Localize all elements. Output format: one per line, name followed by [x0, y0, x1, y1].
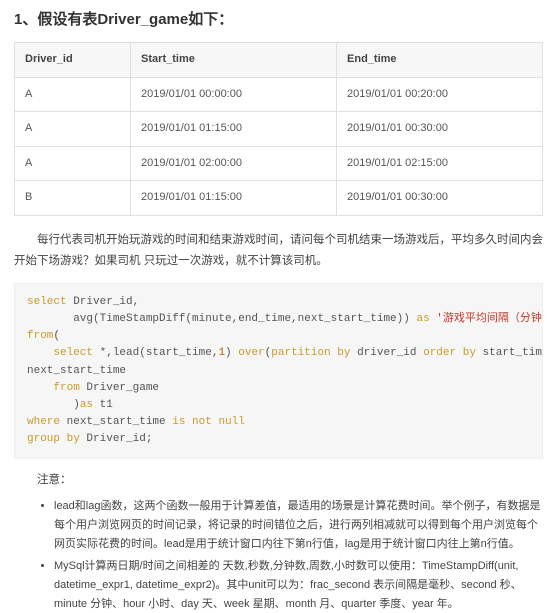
table-cell: 2019/01/01 00:20:00: [337, 77, 543, 112]
table-row: A2019/01/01 02:00:002019/01/01 02:15:00: [15, 146, 543, 181]
code-block: select Driver_id, avg(TimeStampDiff(minu…: [14, 283, 543, 458]
table-row: A2019/01/01 00:00:002019/01/01 00:20:00: [15, 77, 543, 112]
col-header: Driver_id: [15, 43, 131, 78]
table-cell: 2019/01/01 02:00:00: [131, 146, 337, 181]
notes-title: 注意：: [14, 471, 543, 489]
table-row: A2019/01/01 01:15:002019/01/01 00:30:00: [15, 112, 543, 147]
table-cell: B: [15, 181, 131, 216]
col-header: End_time: [337, 43, 543, 78]
heading: 1、假设有表Driver_game如下：: [14, 8, 543, 32]
table-cell: 2019/01/01 00:30:00: [337, 112, 543, 147]
col-header: Start_time: [131, 43, 337, 78]
list-item: MySql计算两日期/时间之间相差的 天数,秒数,分钟数,周数,小时数可以使用：…: [54, 557, 543, 613]
table-cell: 2019/01/01 02:15:00: [337, 146, 543, 181]
table-cell: A: [15, 77, 131, 112]
table-cell: 2019/01/01 00:00:00: [131, 77, 337, 112]
question-text: 每行代表司机开始玩游戏的时间和结束游戏时间，请问每个司机结束一场游戏后，平均多久…: [14, 230, 543, 271]
table-cell: 2019/01/01 01:15:00: [131, 181, 337, 216]
table-row: B2019/01/01 01:15:002019/01/01 00:30:00: [15, 181, 543, 216]
notes-list: lead和lag函数，这两个函数一般用于计算差值，最适用的场景是计算花费时间。举…: [14, 497, 543, 613]
table-cell: 2019/01/01 01:15:00: [131, 112, 337, 147]
table-cell: A: [15, 146, 131, 181]
data-table: Driver_id Start_time End_time A2019/01/0…: [14, 42, 543, 216]
table-cell: 2019/01/01 00:30:00: [337, 181, 543, 216]
list-item: lead和lag函数，这两个函数一般用于计算差值，最适用的场景是计算花费时间。举…: [54, 497, 543, 553]
table-cell: A: [15, 112, 131, 147]
